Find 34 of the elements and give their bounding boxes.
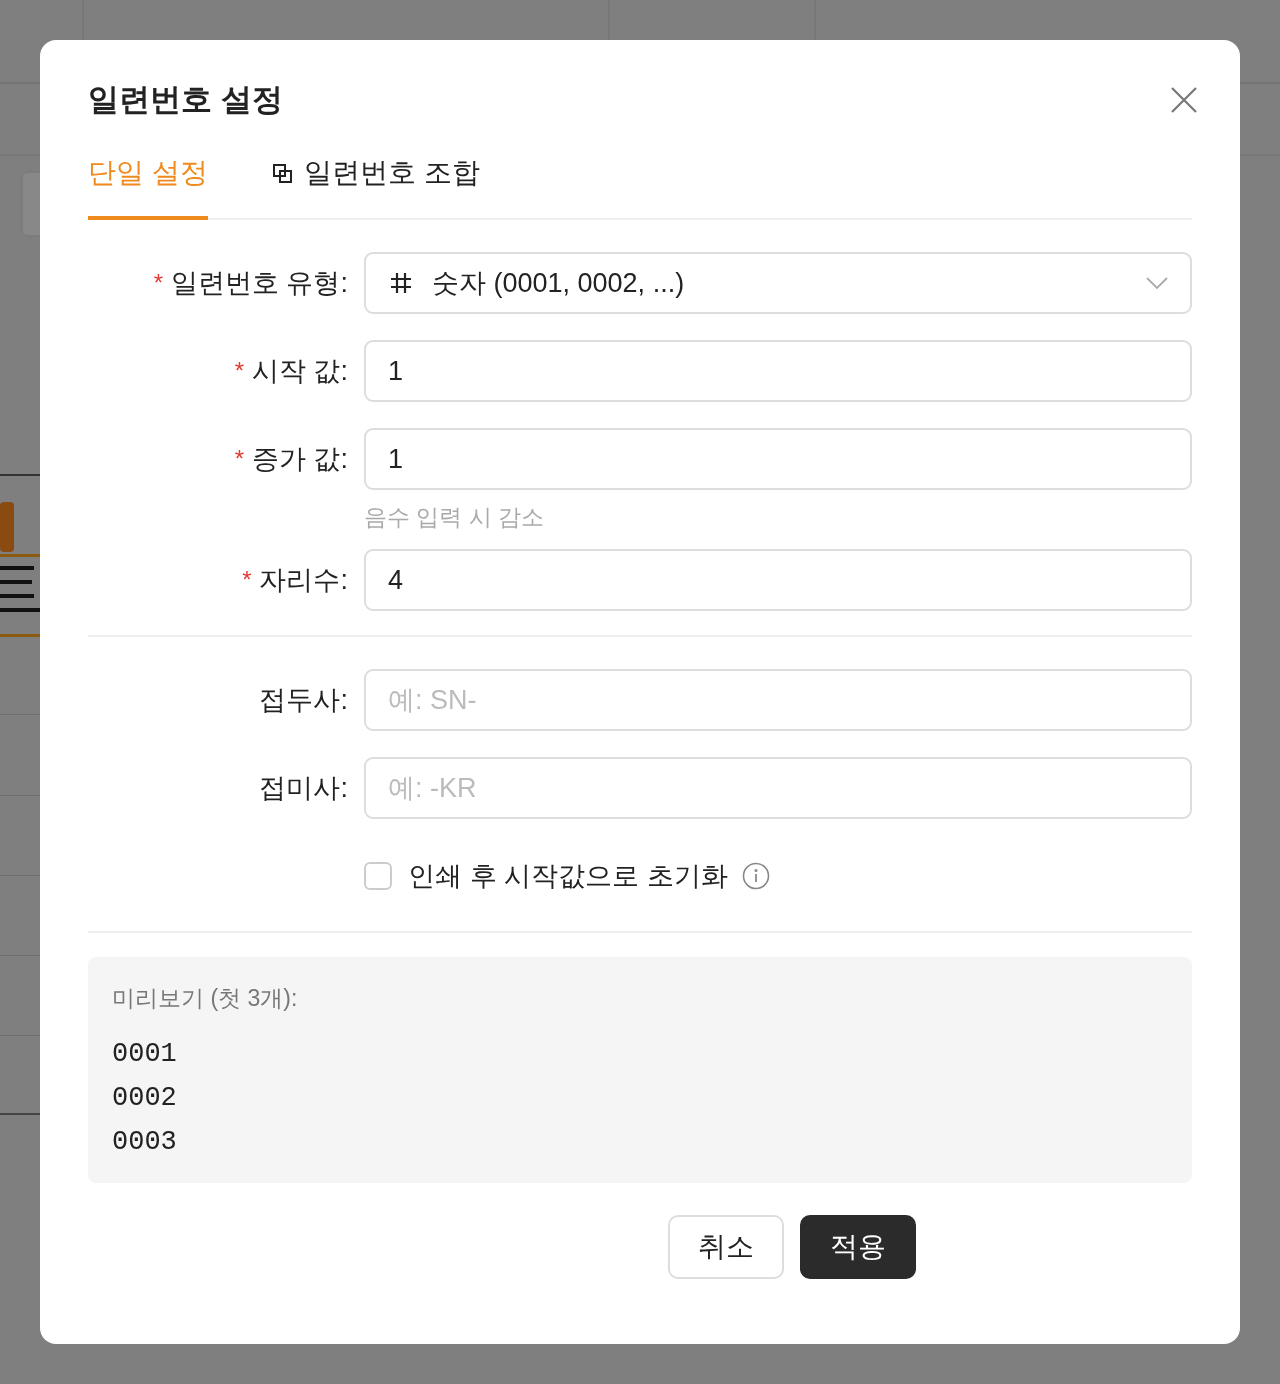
field-label: 시작 값: [252, 355, 348, 388]
close-icon[interactable] [1170, 86, 1198, 114]
checkbox[interactable] [364, 862, 392, 890]
field-label: 일련번호 유형: [171, 267, 348, 300]
field-label: 접두사: [259, 684, 348, 717]
menu-icon [0, 566, 34, 598]
preview-title: 미리보기 (첫 3개): [112, 984, 299, 1013]
tab[interactable]: 일련번호 조합 [271, 154, 480, 220]
field-hint: 음수 입력 시 감소 [364, 503, 546, 532]
required-mark: * [234, 357, 244, 385]
hash-icon [388, 270, 414, 296]
preview-value: 0001 [112, 1038, 178, 1071]
dialog-title: 일련번호 설정 [88, 81, 283, 119]
required-mark: * [242, 566, 252, 594]
field-label: 접미사: [259, 772, 348, 805]
apply-button[interactable]: 적용 [800, 1215, 916, 1279]
input-field[interactable]: 예: SN- [364, 669, 1192, 731]
preview-value: 0002 [112, 1082, 178, 1115]
preview-value: 0003 [112, 1126, 178, 1159]
required-mark: * [234, 445, 244, 473]
chevron-down-icon [1146, 276, 1168, 290]
input-field[interactable]: 1 [364, 428, 1192, 490]
cancel-button[interactable]: 취소 [668, 1215, 784, 1279]
input-field[interactable]: 4 [364, 549, 1192, 611]
required-mark: * [153, 269, 163, 297]
type-select[interactable]: 숫자 (0001, 0002, ...) [364, 252, 1192, 314]
field-label: 자리수: [259, 564, 348, 597]
input-field[interactable]: 1 [364, 340, 1192, 402]
button-edge [0, 502, 14, 552]
field-label: 증가 값: [252, 443, 348, 476]
squares-icon [271, 162, 294, 184]
checkbox-label: 인쇄 후 시작값으로 초기화 [408, 860, 728, 893]
input-field[interactable]: 예: -KR [364, 757, 1192, 819]
info-icon[interactable] [741, 862, 770, 890]
